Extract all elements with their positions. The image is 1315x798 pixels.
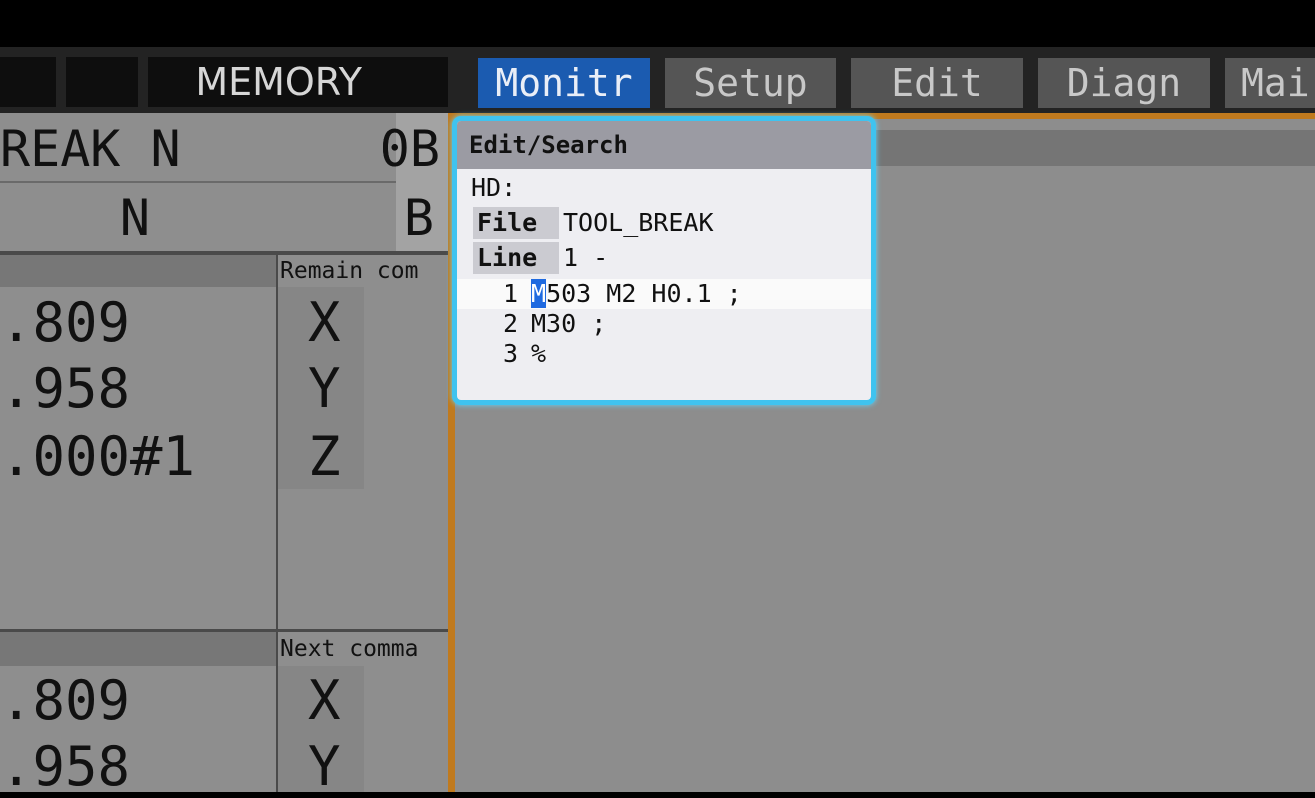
lower-value-y: .958: [0, 735, 131, 798]
line-number: 1: [503, 279, 519, 308]
remain-command-header: Remain com: [280, 258, 419, 284]
file-name-field[interactable]: TOOL_BREAK: [563, 207, 714, 239]
status-slot-1: [0, 57, 56, 107]
status-slot-2: [66, 57, 138, 107]
upper-axis-x: X: [308, 291, 341, 354]
program-text: M503 M2 H0.1 ;: [531, 279, 742, 309]
program-value-2: B: [403, 189, 434, 247]
program-text: M30 ;: [531, 309, 607, 338]
right-header-band: [876, 130, 1315, 166]
line-number: 3: [503, 339, 519, 368]
divider: [0, 181, 448, 183]
tab-monitr[interactable]: Monitr: [478, 58, 650, 108]
lower-axis-y: Y: [308, 735, 341, 798]
section-header-band: [0, 255, 276, 287]
next-command-header: Next comma: [280, 636, 419, 662]
program-text: %: [531, 339, 547, 368]
tab-edit[interactable]: Edit: [851, 58, 1023, 108]
line-number-field[interactable]: 1 -: [563, 242, 608, 274]
tab-setup[interactable]: Setup: [665, 58, 836, 108]
tab-diagn[interactable]: Diagn: [1038, 58, 1210, 108]
upper-value-z: .000#1: [0, 425, 196, 488]
mode-indicator: MEMORY: [148, 57, 448, 107]
upper-axis-y: Y: [308, 357, 341, 420]
line-number: 2: [503, 309, 519, 338]
lower-axis-x: X: [308, 669, 341, 732]
top-black-bar: [0, 0, 1315, 47]
upper-axis-z: Z: [308, 425, 341, 488]
left-panel: REAK N 0B 0B N B Remain com .809 .958 .0…: [0, 113, 448, 797]
dialog-title: Edit/Search: [457, 121, 871, 169]
tab-maintenance[interactable]: Mai: [1225, 58, 1315, 108]
program-name-1: REAK N: [0, 120, 181, 178]
program-line[interactable]: 3 %: [457, 339, 871, 369]
program-value-1-overlay: 0B: [379, 120, 440, 178]
program-text-rest: 503 M2 H0.1 ;: [546, 279, 742, 308]
program-name-2: N: [119, 189, 150, 247]
edit-search-dialog: Edit/Search HD: File TOOL_BREAK Line 1 -…: [452, 116, 876, 405]
lower-value-x: .809: [0, 669, 131, 732]
lower-header-band: [0, 632, 276, 666]
file-label: File: [473, 207, 559, 239]
line-label: Line: [473, 242, 559, 274]
upper-value-x: .809: [0, 291, 131, 354]
program-line[interactable]: 2 M30 ;: [457, 309, 871, 339]
edit-cursor[interactable]: M: [531, 279, 547, 308]
upper-value-y: .958: [0, 357, 131, 420]
program-line[interactable]: 1 M503 M2 H0.1 ;: [457, 279, 871, 309]
device-label: HD:: [471, 173, 517, 202]
